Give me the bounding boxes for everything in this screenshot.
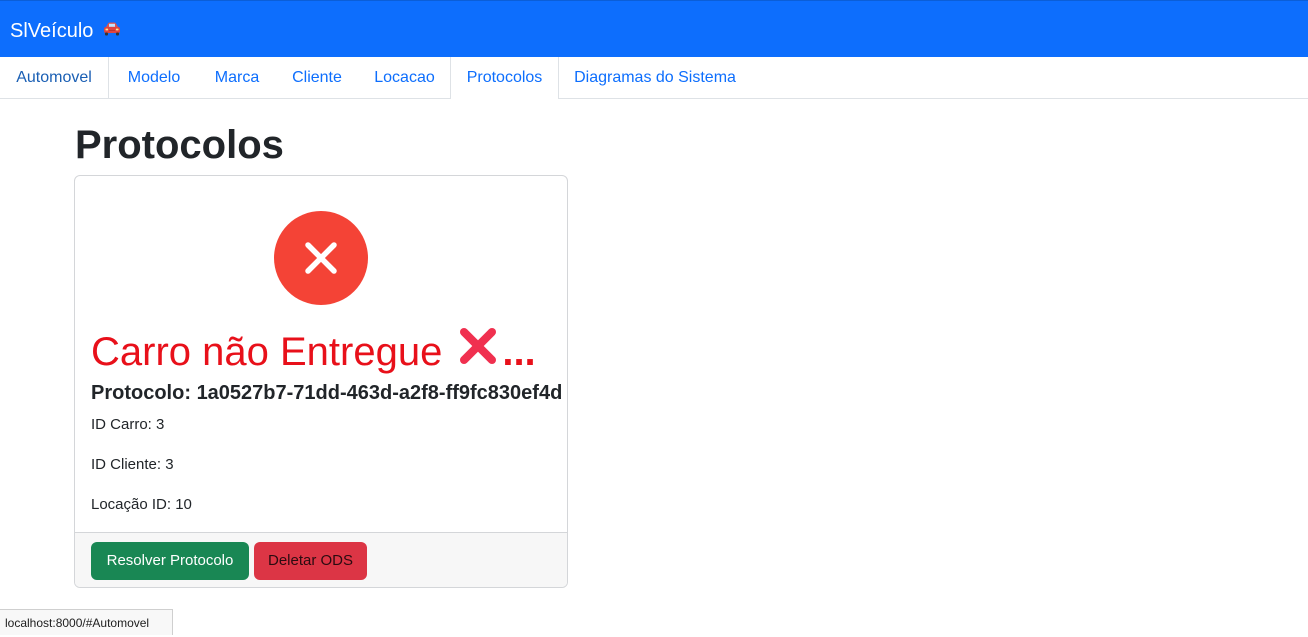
protocol-card: Carro não Entregue ... Protocolo: 1a0527… [74,175,568,588]
tab-modelo[interactable]: Modelo [109,57,199,99]
tab-locacao[interactable]: Locacao [359,57,450,99]
protocol-line: Protocolo: 1a0527b7-71dd-463d-a2f8-ff9fc… [91,381,562,405]
brand-text: SlVeículo [10,20,94,42]
status-title-text: Carro não Entregue [91,329,443,374]
tab-automovel[interactable]: Automovel [0,57,109,99]
card-footer: Resolver Protocolo Deletar ODS [75,532,567,587]
tab-marca[interactable]: Marca [199,57,275,99]
browser-status-url: localhost:8000/#Automovel [0,609,173,635]
car-icon [102,20,122,42]
navbar-brand[interactable]: SlVeículo [10,20,122,42]
tab-diagramas-do-sistema[interactable]: Diagramas do Sistema [559,57,751,99]
page-title: Protocolos [75,123,284,167]
error-circle-icon [274,211,368,305]
protocol-id: 1a0527b7-71dd-463d-a2f8-ff9fc830ef4d [196,382,563,404]
status-overflow: ... [502,329,536,374]
tab-cliente[interactable]: Cliente [275,57,359,99]
navbar: SlVeículo [0,0,1308,57]
resolve-protocol-button[interactable]: Resolver Protocolo [91,542,249,580]
field-locacao-id: Locação ID: 10 [91,496,192,513]
cross-mark-icon [458,326,498,377]
status-title: Carro não Entregue ... [91,326,536,377]
nav-tabs: Automovel Modelo Marca Cliente Locacao P… [0,57,1308,99]
tab-protocolos[interactable]: Protocolos [450,57,559,99]
delete-ods-button[interactable]: Deletar ODS [254,542,367,580]
field-id-cliente: ID Cliente: 3 [91,456,174,473]
protocol-label: Protocolo: [91,382,191,404]
field-id-carro: ID Carro: 3 [91,416,165,433]
